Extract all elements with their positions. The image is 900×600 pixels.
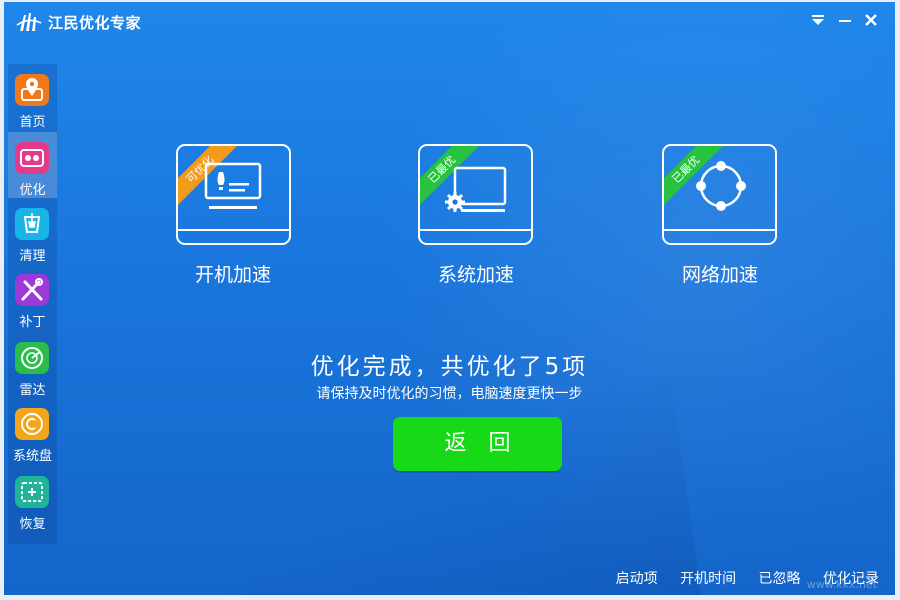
sidebar-item-label: 优化 bbox=[19, 183, 46, 198]
menu-dropdown-icon[interactable] bbox=[809, 11, 827, 29]
sidebar-item-label: 首页 bbox=[19, 115, 46, 130]
network-nodes-icon bbox=[696, 161, 746, 211]
sidebar: 首页 优化 清理 补丁 雷达 系统盘 恢复 bbox=[8, 64, 57, 544]
card-network-speedup[interactable]: 已最优 bbox=[662, 144, 777, 245]
restore-icon bbox=[15, 476, 49, 508]
result-subtitle: 请保持及时优化的习惯，电脑速度更快一步 bbox=[316, 386, 583, 402]
sidebar-item-label: 清理 bbox=[19, 249, 46, 264]
back-button[interactable]: 返回 bbox=[393, 417, 562, 471]
patch-tools-icon bbox=[15, 274, 49, 306]
card-label-network: 网络加速 bbox=[681, 264, 758, 286]
link-boot-time[interactable]: 开机时间 bbox=[680, 571, 736, 587]
sidebar-item-patch[interactable]: 补丁 bbox=[8, 264, 57, 330]
sidebar-item-label: 补丁 bbox=[19, 315, 46, 330]
optimize-gauge-icon bbox=[15, 142, 49, 174]
card-boot-speedup[interactable]: 可优化 bbox=[176, 144, 291, 245]
system-disk-icon bbox=[15, 408, 49, 440]
link-startup-items[interactable]: 启动项 bbox=[616, 571, 658, 587]
watermark: www.kkx.net bbox=[806, 578, 877, 591]
result-title: 优化完成，共优化了5项 bbox=[310, 354, 589, 380]
app-title: 江民优化专家 bbox=[48, 14, 142, 32]
sidebar-item-optimize[interactable]: 优化 bbox=[8, 132, 57, 198]
clean-broom-icon bbox=[15, 208, 49, 240]
sidebar-item-system-disk[interactable]: 系统盘 bbox=[8, 398, 57, 464]
close-icon[interactable] bbox=[862, 11, 880, 29]
sidebar-item-restore[interactable]: 恢复 bbox=[8, 466, 57, 532]
app-logo-icon bbox=[16, 13, 42, 31]
sidebar-item-home[interactable]: 首页 bbox=[8, 64, 57, 130]
sidebar-item-label: 系统盘 bbox=[12, 449, 52, 464]
card-system-speedup[interactable]: 已最优 bbox=[418, 144, 533, 245]
card-label-system: 系统加速 bbox=[437, 264, 514, 286]
sidebar-item-label: 恢复 bbox=[19, 517, 46, 532]
sidebar-item-clean[interactable]: 清理 bbox=[8, 198, 57, 264]
titlebar: 江民优化专家 bbox=[4, 2, 895, 40]
link-ignored[interactable]: 已忽略 bbox=[759, 571, 801, 587]
boot-monitor-icon bbox=[204, 162, 262, 209]
system-gear-monitor-icon bbox=[445, 166, 507, 212]
minimize-icon[interactable] bbox=[836, 11, 854, 29]
card-label-boot: 开机加速 bbox=[194, 264, 271, 286]
home-location-icon bbox=[15, 74, 49, 106]
app-window: 江民优化专家 首页 优化 清理 补丁 雷达 系统盘 恢复 可优化 开机加速 已最… bbox=[4, 2, 895, 595]
